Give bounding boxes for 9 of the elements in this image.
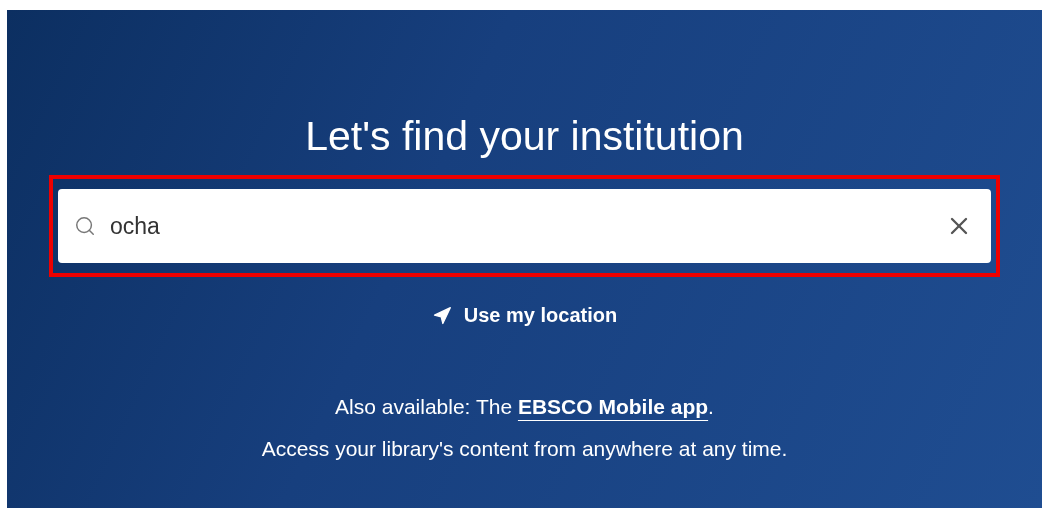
search-icon — [74, 215, 96, 237]
access-note: Access your library's content from anywhere at any time. — [261, 436, 788, 462]
use-location-button[interactable]: Use my location — [425, 300, 624, 331]
navigation-arrow-icon — [431, 305, 452, 326]
search-input[interactable]: ocha — [108, 211, 931, 241]
mobile-app-link[interactable]: EBSCO Mobile app — [517, 395, 709, 418]
availability-text: Also available: The EBSCO Mobile app. — [335, 394, 714, 420]
search-bar[interactable]: ocha — [58, 189, 991, 263]
page-heading: Let's find your institution — [305, 112, 744, 161]
